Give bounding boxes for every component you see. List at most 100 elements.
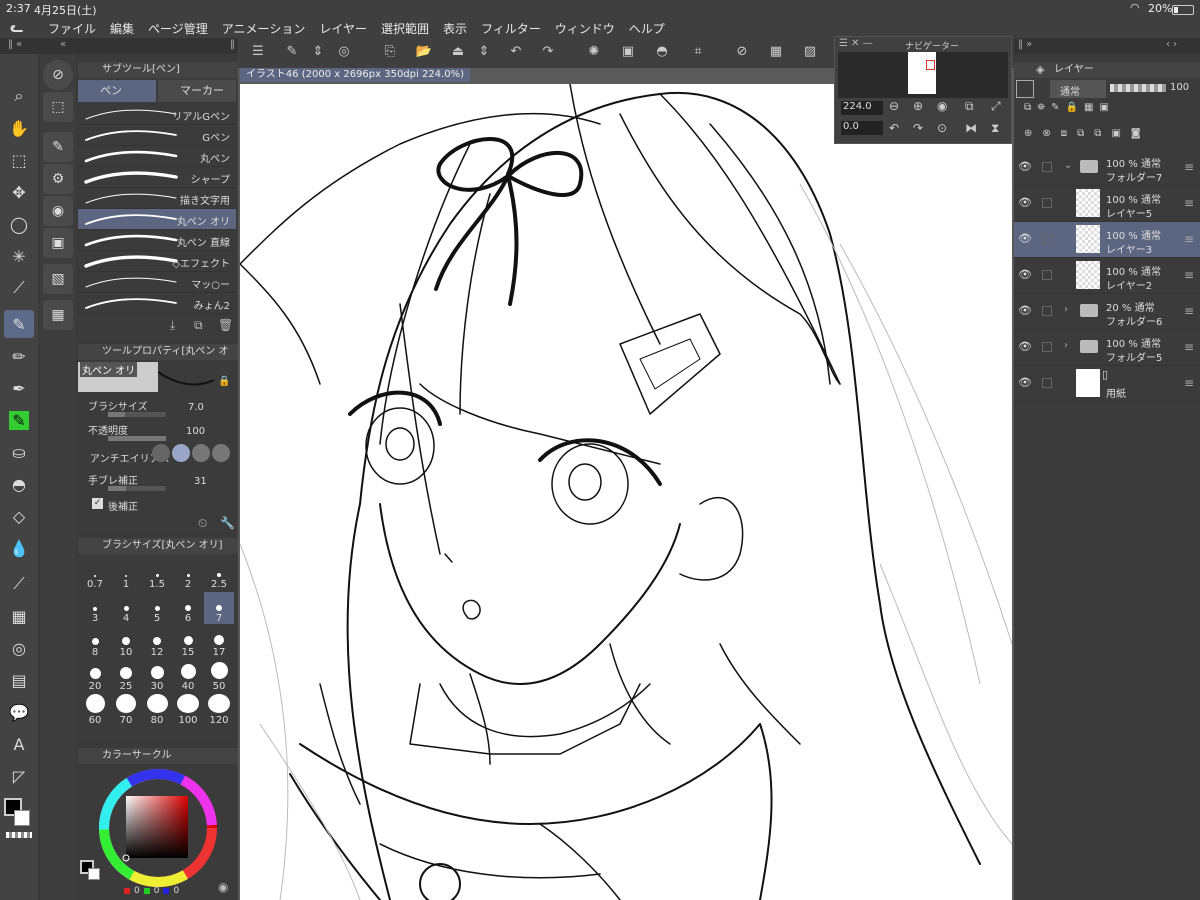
brush-item[interactable]: ◇エフェクト (78, 251, 236, 272)
layer-select-checkbox[interactable] (1042, 198, 1052, 208)
brush-size-option[interactable]: 1.5 (142, 558, 172, 590)
mask-icon[interactable]: ▣ (1099, 102, 1108, 116)
visibility-eye-icon[interactable]: 👁 (1018, 304, 1032, 318)
balloon-tool-icon[interactable]: 💬 (4, 698, 34, 726)
expand-right-icon[interactable]: ‹ › (1166, 39, 1177, 50)
navigator-thumbnail[interactable] (908, 52, 936, 94)
menu-file[interactable]: ファイル (48, 20, 96, 37)
blend-preview[interactable] (1016, 80, 1034, 98)
subtool-material-icon[interactable]: ◉ (43, 196, 73, 226)
edit-icon[interactable]: ✎ (282, 44, 302, 62)
layer-row[interactable]: 👁 100 % 通常 レイヤー5 ≡ (1014, 186, 1200, 222)
layer-select-checkbox[interactable] (1042, 162, 1052, 172)
blend-tool-icon[interactable]: 💧 (4, 534, 34, 562)
brush-size-option[interactable]: 10 (111, 626, 141, 658)
collapse-mid-icon[interactable]: « (60, 39, 66, 50)
new-raster-icon[interactable]: ⊕ (1024, 128, 1032, 142)
drawing-canvas[interactable] (240, 84, 1012, 900)
layer-opacity-value[interactable]: 100 (1170, 82, 1189, 93)
subtool-layer-icon[interactable]: ▣ (43, 228, 73, 258)
menu-page[interactable]: ページ管理 (148, 20, 208, 37)
layer-row[interactable]: 👁 ▯ 用紙 ≡ (1014, 366, 1200, 402)
subtool-object-icon[interactable]: ⬚ (43, 92, 73, 122)
menu-view[interactable]: 表示 (443, 20, 467, 37)
rotate-right-icon[interactable]: ↷ (913, 121, 923, 135)
layer-menu-icon[interactable]: ≡ (1184, 304, 1194, 318)
open-folder-icon[interactable]: 📂 (414, 44, 434, 62)
correction-tool-icon[interactable]: ◸ (4, 762, 34, 790)
menu-layer[interactable]: レイヤー (319, 20, 367, 37)
menu-selection[interactable]: 選択範囲 (381, 20, 429, 37)
layer-select-checkbox[interactable] (1042, 378, 1052, 388)
new-vector-icon[interactable]: ⊗ (1042, 128, 1050, 142)
draft-icon[interactable]: ✎ (1051, 102, 1059, 116)
move-tool-icon[interactable]: ✥ (4, 178, 34, 206)
aa-none-option[interactable] (152, 444, 170, 462)
subtool-image-icon[interactable]: ▧ (43, 264, 73, 294)
layer-row[interactable]: 👁 100 % 通常 レイヤー3 ≡ (1014, 222, 1200, 258)
layer-row[interactable]: 👁 100 % 通常 レイヤー2 ≡ (1014, 258, 1200, 294)
text-tool-icon[interactable]: A (4, 730, 34, 758)
pencil-tool-icon[interactable]: ✏ (4, 342, 34, 370)
eyedropper-icon[interactable]: ⟋ (4, 274, 34, 302)
brush-size-option[interactable]: 15 (173, 626, 203, 658)
frame-tool-icon[interactable]: ▤ (4, 666, 34, 694)
copy-subtool-icon[interactable]: ⧉ (194, 318, 203, 333)
tab-pen[interactable]: ペン (78, 80, 156, 102)
snap-ruler-icon[interactable]: ▨ (800, 44, 820, 62)
fit-window-icon[interactable]: ⤢ (991, 99, 1001, 114)
sync-icon[interactable]: ◎ (334, 44, 354, 62)
brush-size-option[interactable]: 4 (111, 592, 141, 624)
visibility-eye-icon[interactable]: 👁 (1018, 268, 1032, 282)
updown2-icon[interactable]: ⇕ (474, 44, 494, 62)
fill-icon[interactable]: ◓ (652, 44, 672, 62)
layer-row[interactable]: 👁 › 20 % 通常 フォルダー6 ≡ (1014, 294, 1200, 330)
reset-rotation-icon[interactable]: ⊙ (937, 121, 947, 135)
layer-row[interactable]: 👁 ⌄ 100 % 通常 フォルダー7 ≡ (1014, 150, 1200, 186)
hamburger-icon[interactable]: ☰ (248, 44, 268, 62)
chevron-right-icon[interactable]: › (1064, 304, 1068, 315)
ruler-tool-icon[interactable]: ⟋ (4, 570, 34, 598)
brush-tool-icon[interactable]: ✒ (4, 374, 34, 402)
hand-tool-icon[interactable]: ✋ (4, 114, 34, 142)
clear-icon[interactable]: ▣ (618, 44, 638, 62)
brush-size-option[interactable]: 100 (173, 694, 203, 726)
tab-marker[interactable]: マーカー (158, 80, 236, 102)
undo-icon[interactable]: ↶ (506, 44, 526, 62)
layer-menu-icon[interactable]: ≡ (1184, 376, 1194, 390)
brush-size-option[interactable]: 3 (80, 592, 110, 624)
layer-select-checkbox[interactable] (1042, 270, 1052, 280)
color-mode-icon[interactable]: ◉ (218, 880, 228, 894)
airbrush-icon[interactable]: ⛀ (4, 438, 34, 466)
collapse-left-icon[interactable]: ‖ « (8, 39, 22, 50)
redo-icon[interactable]: ↷ (538, 44, 558, 62)
brush-size-option[interactable]: 20 (80, 660, 110, 692)
brush-item[interactable]: みょん2 (78, 293, 236, 314)
mask-add-icon[interactable]: ◙ (1131, 128, 1141, 142)
subtool-grid-icon[interactable]: ▦ (43, 300, 73, 330)
color-sub-swatch[interactable] (88, 868, 100, 880)
flip-h-icon[interactable]: ⧓ (965, 121, 977, 135)
brush-size-option[interactable]: 0.7 (80, 558, 110, 590)
eraser-tool-icon[interactable]: ◇ (4, 502, 34, 530)
brush-item[interactable]: リアルGペン (78, 104, 236, 125)
gradient-tool-icon[interactable]: ▦ (4, 602, 34, 630)
navigator-menu-icon[interactable]: ☰ ✕ — (839, 38, 873, 49)
actual-size-icon[interactable]: ⧉ (965, 99, 974, 114)
brush-size-option[interactable]: 8 (80, 626, 110, 658)
chevron-right-icon[interactable]: › (1064, 340, 1068, 351)
visibility-eye-icon[interactable]: 👁 (1018, 376, 1032, 390)
snap-grid-icon[interactable]: ▦ (766, 44, 786, 62)
color-wheel[interactable] (98, 768, 218, 888)
lock-layer-icon[interactable]: 🔒 (1066, 102, 1078, 116)
brush-item[interactable]: シャープ (78, 167, 236, 188)
brush-item[interactable]: マッ○ー (78, 272, 236, 293)
merge-icon[interactable]: ⧉ (1077, 128, 1084, 142)
snap-off-icon[interactable]: ⊘ (732, 44, 752, 62)
layer-row[interactable]: 👁 › 100 % 通常 フォルダー5 ≡ (1014, 330, 1200, 366)
menu-filter[interactable]: フィルター (481, 20, 541, 37)
lasso-tool-icon[interactable]: ◯ (4, 210, 34, 238)
layer-menu-icon[interactable]: ≡ (1184, 160, 1194, 174)
decoration-tool-icon[interactable]: ✎ (4, 406, 34, 434)
visibility-eye-icon[interactable]: 👁 (1018, 340, 1032, 354)
